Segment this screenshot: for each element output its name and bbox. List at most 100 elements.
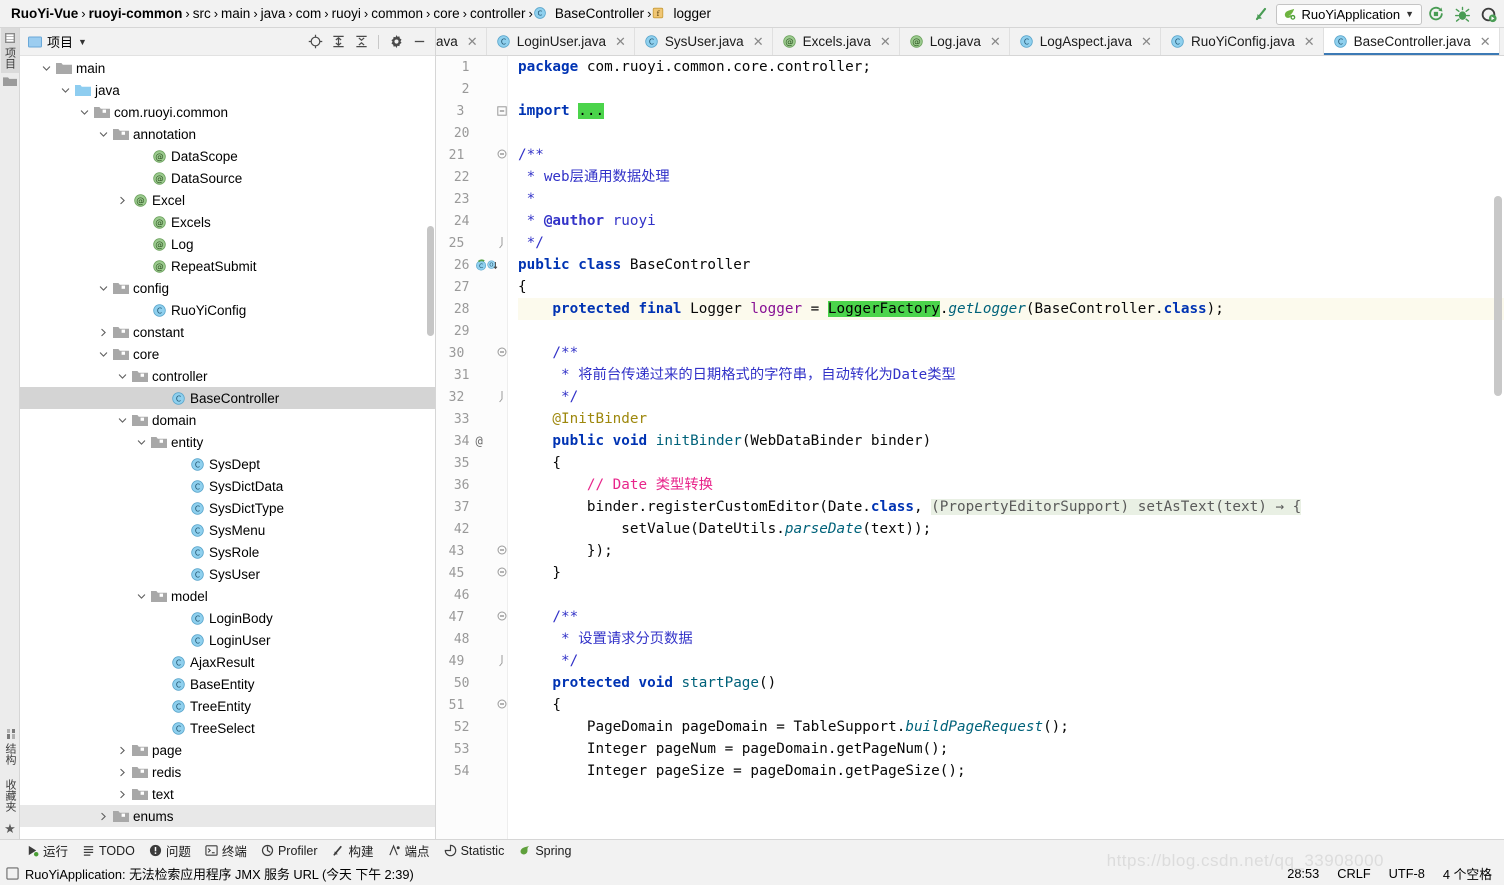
tree-item-loginuser[interactable]: C LoginUser [20,629,435,651]
gutter-row[interactable]: 29 [436,320,507,342]
code-line[interactable]: /** [518,342,1504,364]
chevron-down-icon[interactable] [99,130,113,139]
code-line[interactable]: package com.ruoyi.common.core.controller… [518,56,1504,78]
gutter-row[interactable]: 51 [436,694,507,716]
project-panel-title-group[interactable]: 项目 ▼ [28,32,87,51]
breadcrumb-item-common[interactable]: common [368,6,426,21]
gutter-row[interactable]: 24 [436,210,507,232]
chevron-down-icon[interactable] [118,372,132,381]
fold-marker-plus[interactable] [497,106,507,116]
close-icon[interactable]: ✕ [753,34,764,50]
tree-item-log[interactable]: @ Log [20,233,435,255]
chevron-down-icon[interactable]: ▼ [78,37,87,47]
editor-gutter[interactable]: 1 2 3 20 21 22 23 24 25 26 C O 27 28 29 30 31 32 33 34 @35 36… [436,56,508,839]
expand-all-icon[interactable] [328,32,348,52]
tree-item-domain[interactable]: domain [20,409,435,431]
tree-item-sysuser[interactable]: C SysUser [20,563,435,585]
editor-tab-loginuser-java[interactable]: C LoginUser.java ✕ [487,28,635,55]
breadcrumb-item-com[interactable]: com [293,6,325,21]
collapse-all-icon[interactable] [351,32,371,52]
toolwindow-button-statistic[interactable]: Statistic [444,844,504,858]
code-line[interactable]: protected void startPage() [518,672,1504,694]
editor-tab-sysuser-java[interactable]: C SysUser.java ✕ [635,28,773,55]
gutter-row[interactable]: 1 [436,56,507,78]
chevron-down-icon[interactable] [80,108,94,117]
toolwindow-button--[interactable]: 问题 [149,841,191,860]
tree-item-entity[interactable]: entity [20,431,435,453]
code-line[interactable] [518,78,1504,100]
tree-item-datasource[interactable]: @ DataSource [20,167,435,189]
run-icon[interactable] [1424,3,1448,25]
annotation-gutter-icon[interactable]: @ [469,434,507,448]
chevron-down-icon[interactable] [99,350,113,359]
toolwindow-button-todo[interactable]: TODO [82,844,135,858]
code-line[interactable]: /** [518,606,1504,628]
code-line[interactable]: Integer pageSize = pageDomain.getPageSiz… [518,760,1504,782]
breadcrumb-item-basecontroller[interactable]: C BaseController [533,6,647,21]
fold-marker-end[interactable] [497,655,507,667]
chevron-down-icon[interactable] [118,416,132,425]
tree-item-ruoyiconfig[interactable]: C RuoYiConfig [20,299,435,321]
toolwindow-button--[interactable]: 构建 [332,841,374,860]
tree-item-core[interactable]: core [20,343,435,365]
code-line[interactable]: * [518,188,1504,210]
code-line[interactable]: setValue(DateUtils.parseDate(text)); [518,518,1504,540]
chevron-down-icon[interactable] [137,592,151,601]
breadcrumb-item-controller[interactable]: controller [467,6,529,21]
tree-item-ajaxresult[interactable]: C AjaxResult [20,651,435,673]
fold-marker-end[interactable] [497,237,507,249]
editor-scrollbar[interactable] [1494,196,1502,396]
editor-tab-logaspect-java[interactable]: C LogAspect.java ✕ [1010,28,1161,55]
tool-tab-project[interactable]: 项目 [0,28,19,73]
tree-item-java[interactable]: java [20,79,435,101]
tree-item-sysdept[interactable]: C SysDept [20,453,435,475]
chevron-right-icon[interactable] [118,790,132,799]
toolwindow-button--[interactable]: 终端 [205,841,247,860]
code-line[interactable]: }); [518,540,1504,562]
code-line[interactable]: * 将前台传递过来的日期格式的字符串，自动转化为Date类型 [518,364,1504,386]
code-line[interactable]: { [518,694,1504,716]
code-line[interactable]: public void initBinder(WebDataBinder bin… [518,430,1504,452]
gutter-row[interactable]: 47 [436,606,507,628]
tree-item-loginbody[interactable]: C LoginBody [20,607,435,629]
chevron-down-icon[interactable] [42,64,56,73]
code-line[interactable] [518,320,1504,342]
breadcrumb-item-ruoyi-vue[interactable]: RuoYi-Vue [8,6,81,21]
gutter-row[interactable]: 50 [436,672,507,694]
close-icon[interactable]: ✕ [467,34,478,50]
code-content[interactable]: package com.ruoyi.common.core.controller… [508,56,1504,839]
run-configuration-selector[interactable]: RuoYiApplication ▼ [1275,3,1422,25]
editor-tab-ruoyiconfig-java[interactable]: C RuoYiConfig.java ✕ [1161,28,1324,55]
indent-setting[interactable]: 4 个空格 [1443,864,1492,883]
encoding[interactable]: UTF-8 [1389,866,1425,881]
code-line[interactable]: /** [518,144,1504,166]
gutter-row[interactable]: 30 [436,342,507,364]
tree-item-baseentity[interactable]: C BaseEntity [20,673,435,695]
chevron-right-icon[interactable] [118,196,132,205]
chevron-right-icon[interactable] [118,746,132,755]
gutter-row[interactable]: 52 [436,716,507,738]
tree-item-sysrole[interactable]: C SysRole [20,541,435,563]
gutter-row[interactable]: 33 [436,408,507,430]
code-line[interactable]: // Date 类型转换 [518,474,1504,496]
code-line[interactable]: { [518,276,1504,298]
editor-tab-ava[interactable]: ava ✕ [436,28,487,55]
gutter-row[interactable]: 34 @ [436,430,507,452]
tool-tab-favorites[interactable]: 收藏夹 [1,775,19,816]
run-coverage-icon[interactable] [1476,3,1500,25]
code-line[interactable]: */ [518,650,1504,672]
toolwindow-button--[interactable]: 运行 [26,841,68,860]
gutter-row[interactable]: 42 [436,518,507,540]
gutter-row[interactable]: 37 [436,496,507,518]
tree-item-sysdicttype[interactable]: C SysDictType [20,497,435,519]
chevron-right-icon[interactable] [99,328,113,337]
breadcrumb-item-ruoyi-common[interactable]: ruoyi-common [86,6,186,21]
gutter-row[interactable]: 36 [436,474,507,496]
code-line[interactable]: PageDomain pageDomain = TableSupport.bui… [518,716,1504,738]
gutter-row[interactable]: 20 [436,122,507,144]
fold-marker-end[interactable] [497,391,507,403]
back-arrow-icon[interactable] [1250,3,1274,25]
code-line[interactable]: */ [518,386,1504,408]
editor-tab-log-java[interactable]: @ Log.java ✕ [900,28,1010,55]
editor-tab-excels-java[interactable]: @ Excels.java ✕ [773,28,900,55]
